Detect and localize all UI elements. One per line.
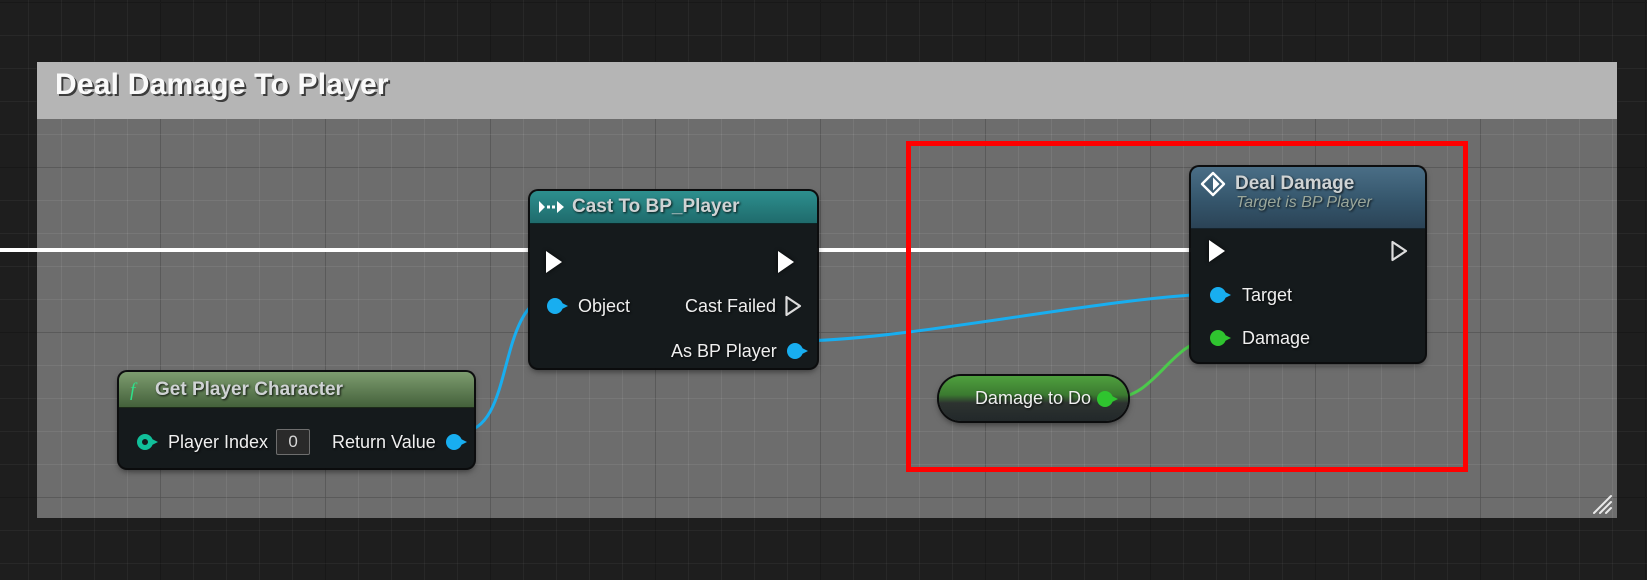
cast-object-in-label: Object [578,295,631,316]
as-bp-player-out-pin-icon[interactable] [786,343,808,359]
exec-out-icon[interactable] [778,251,795,273]
cast-icon [539,200,565,214]
exec-in-icon[interactable] [546,251,563,273]
cast-failed-out-pin-row[interactable]: Cast Failed [685,294,802,318]
cast-as-bp-player-out-pin-row[interactable]: As BP Player [671,339,808,363]
node-cast-title: Cast To BP_Player [572,196,740,217]
cast-object-in-pin-row[interactable]: Object [547,294,630,318]
player-index-pin-icon[interactable] [137,434,158,450]
object-in-pin-icon[interactable] [547,298,568,314]
getplayer-return-value-pin-row[interactable]: Return Value [332,430,467,454]
return-value-pin-icon[interactable] [445,434,467,450]
selection-highlight-rect [906,141,1468,472]
player-index-value-input[interactable]: 0 [276,429,311,455]
cast-failed-out-label: Cast Failed [685,295,777,316]
resize-grip-icon[interactable] [1591,493,1613,515]
cast-exec-out-pin-row[interactable] [778,250,795,274]
node-get-player-character-header[interactable]: f Get Player Character [119,372,474,408]
function-icon: f [128,379,146,401]
svg-text:f: f [130,380,138,401]
comment-box-title: Deal Damage To Player [55,68,389,101]
cast-exec-in-pin-row[interactable] [546,250,563,274]
node-get-player-character[interactable]: f Get Player Character Player Index 0 Re… [119,372,474,468]
cast-as-bp-player-out-label: As BP Player [671,340,777,361]
node-get-player-character-title: Get Player Character [155,378,343,400]
blueprint-graph-canvas[interactable]: Deal Damage To Player Cast To BP_Player … [0,0,1647,580]
getplayer-player-index-label: Player Index [168,431,269,452]
getplayer-player-index-pin-row[interactable]: Player Index 0 [137,429,311,455]
node-cast-header[interactable]: Cast To BP_Player [530,191,817,224]
cast-failed-out-icon[interactable] [785,295,802,317]
getplayer-return-value-label: Return Value [332,431,436,452]
node-cast-to-bp-player[interactable]: Cast To BP_Player Object Cast Failed As … [530,191,817,368]
